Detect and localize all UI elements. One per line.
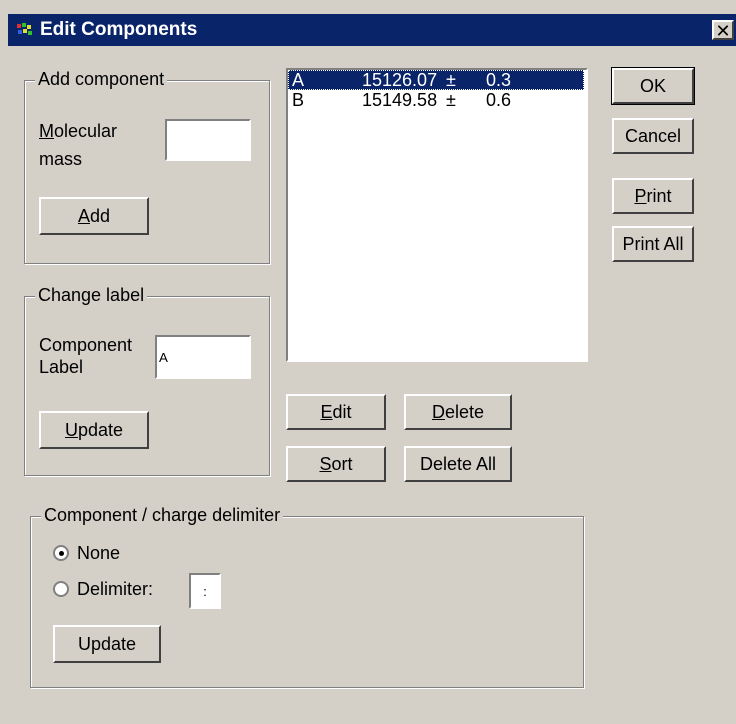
window-title: Edit Components bbox=[40, 19, 198, 40]
update-label-button[interactable]: Update bbox=[39, 411, 149, 449]
close-icon: ✕ bbox=[715, 21, 731, 41]
delimiter-legend: Component / charge delimiter bbox=[41, 505, 284, 526]
list-item[interactable]: B 15149.58 ± 0.6 bbox=[288, 90, 584, 110]
plus-minus: ± bbox=[446, 70, 456, 90]
cancel-button[interactable]: Cancel bbox=[612, 118, 694, 154]
add-component-group: Add component Molecular mass Add bbox=[24, 69, 270, 264]
add-component-legend: Add component bbox=[35, 69, 168, 90]
radio-none-label[interactable]: None bbox=[77, 543, 120, 564]
delete-all-button[interactable]: Delete All bbox=[404, 446, 512, 482]
ok-button[interactable]: OK bbox=[611, 67, 695, 105]
components-list[interactable]: A 15126.07 ± 0.3 B 15149.58 ± 0.6 bbox=[286, 68, 588, 362]
component-mass: 15126.07 bbox=[362, 70, 438, 90]
change-label-legend: Change label bbox=[35, 285, 148, 306]
print-all-button[interactable]: Print All bbox=[612, 226, 694, 262]
component-label-input[interactable] bbox=[155, 335, 251, 379]
list-item[interactable]: A 15126.07 ± 0.3 bbox=[288, 70, 584, 90]
component-label: A bbox=[292, 70, 305, 90]
plus-minus: ± bbox=[446, 90, 456, 110]
delimiter-group: Component / charge delimiter None Delimi… bbox=[30, 505, 584, 688]
molecular-mass-label-line2: mass bbox=[39, 149, 83, 169]
molecular-mass-input[interactable] bbox=[165, 119, 251, 161]
component-label: B bbox=[292, 90, 305, 110]
component-label-label: Component bbox=[39, 335, 133, 355]
update-delimiter-button[interactable]: Update bbox=[53, 625, 161, 663]
print-button[interactable]: Print bbox=[612, 178, 694, 214]
close-button[interactable]: ✕ bbox=[712, 20, 734, 40]
radio-none[interactable] bbox=[53, 545, 69, 561]
component-error: 0.6 bbox=[486, 90, 512, 110]
app-icon bbox=[17, 23, 32, 35]
edit-components-dialog: Edit Components ✕ Add component Molecula… bbox=[0, 0, 736, 724]
radio-selected-dot bbox=[59, 551, 64, 556]
component-error: 0.3 bbox=[486, 70, 512, 90]
add-button[interactable]: Add bbox=[39, 197, 149, 235]
delimiter-input[interactable] bbox=[189, 573, 221, 609]
component-mass: 15149.58 bbox=[362, 90, 438, 110]
component-label-label-line2: Label bbox=[39, 357, 84, 377]
radio-delimiter[interactable] bbox=[53, 581, 69, 597]
radio-delimiter-label[interactable]: Delimiter: bbox=[77, 579, 153, 600]
edit-button[interactable]: Edit bbox=[286, 394, 386, 430]
molecular-mass-label: Molecular bbox=[39, 121, 118, 141]
delete-button[interactable]: Delete bbox=[404, 394, 512, 430]
dialog-body: Add component Molecular mass Add Change … bbox=[8, 46, 736, 724]
change-label-group: Change label Component Label Update bbox=[24, 285, 270, 476]
sort-button[interactable]: Sort bbox=[286, 446, 386, 482]
title-bar[interactable]: Edit Components ✕ bbox=[8, 14, 736, 46]
